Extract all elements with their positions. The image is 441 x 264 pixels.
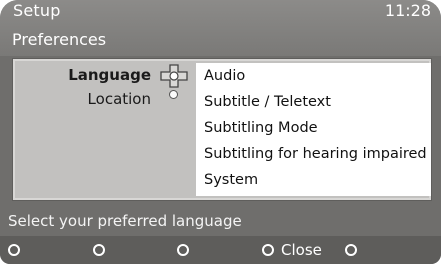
menu-item-audio[interactable]: Audio: [204, 68, 245, 84]
left-menu-column: Language Location: [13, 59, 195, 200]
menu-item-language[interactable]: Language: [68, 66, 151, 84]
menu-title: Setup: [13, 1, 61, 20]
menu-item-location[interactable]: Location: [88, 90, 151, 108]
footer-button-1[interactable]: [8, 241, 27, 259]
menu-item-subtitle-teletext[interactable]: Subtitle / Teletext: [204, 94, 331, 110]
selection-dot-icon: [169, 90, 178, 99]
footer-button-2[interactable]: [93, 241, 112, 259]
menu-header: Setup 11:28 Preferences: [0, 0, 441, 56]
menu-subtitle: Preferences: [12, 30, 107, 49]
menu-item-subtitling-mode[interactable]: Subtitling Mode: [204, 120, 318, 136]
footer-button-5[interactable]: [345, 241, 364, 259]
circle-button-icon: [8, 244, 20, 256]
menu-item-system[interactable]: System: [204, 172, 258, 188]
navigation-cross-icon: [160, 64, 188, 88]
circle-button-icon: [262, 244, 274, 256]
close-button[interactable]: Close: [262, 241, 322, 259]
menu-panel: Language Location Audio Subtitle / Telet…: [12, 58, 432, 201]
circle-button-icon: [177, 244, 189, 256]
status-hint: Select your preferred language: [8, 212, 242, 230]
circle-button-icon: [345, 244, 357, 256]
footer-button-bar: Close: [0, 236, 441, 264]
tv-menu-window: Setup 11:28 Preferences Language Locatio…: [0, 0, 441, 264]
circle-button-icon: [93, 244, 105, 256]
footer-button-3[interactable]: [177, 241, 196, 259]
clock: 11:28: [384, 1, 431, 20]
right-menu-column: Audio Subtitle / Teletext Subtitling Mod…: [196, 63, 431, 196]
menu-item-subtitling-hearing-impaired[interactable]: Subtitling for hearing impaired: [204, 146, 427, 162]
